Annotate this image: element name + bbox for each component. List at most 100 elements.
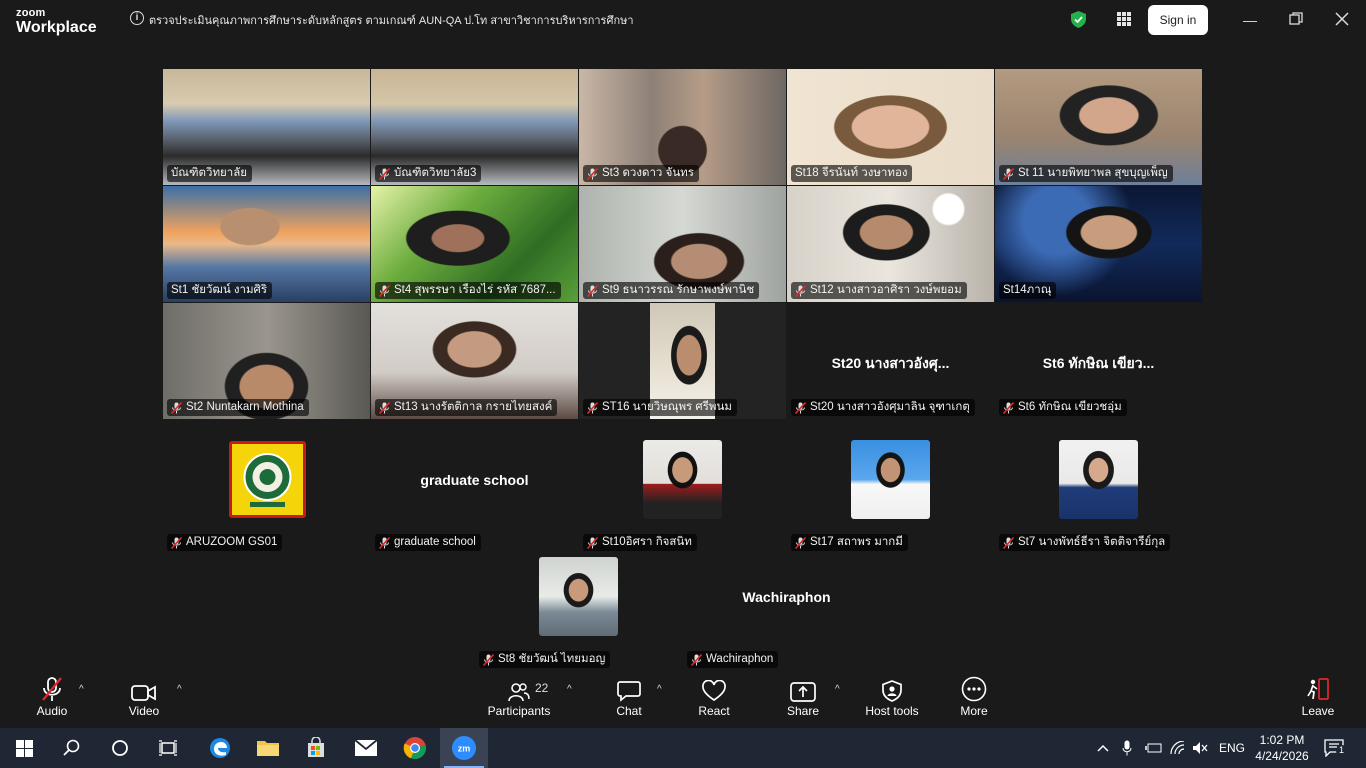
video-tile[interactable]: St18 จีรนันท์ วงษาทอง <box>787 69 994 185</box>
mail-button[interactable] <box>342 728 390 768</box>
svg-text:zm: zm <box>458 744 471 754</box>
windows-taskbar: zm ENG 1:02 PM 4/24/2026 1 <box>0 728 1366 768</box>
video-tile[interactable]: St6 ทักษิณ เขียว... St6 ทักษิณ เขียวชอุ่… <box>995 303 1202 419</box>
participant-display-name: Wachiraphon <box>742 589 831 605</box>
participant-name-tag: St18 จีรนันท์ วงษาทอง <box>791 165 913 182</box>
notification-count-badge: 1 <box>1336 745 1347 756</box>
brand-line2: Workplace <box>16 19 97 36</box>
restore-button[interactable] <box>1288 12 1304 28</box>
participants-options-chevron-icon[interactable]: ^ <box>567 684 572 695</box>
video-tile[interactable]: บัณฑิตวิทยาลัย3 <box>371 69 578 185</box>
more-button[interactable]: More <box>954 668 994 728</box>
participant-tile[interactable]: St8 ชัยวัฒน์ ไทยมอญ <box>475 554 682 670</box>
cortana-circle-icon <box>112 740 128 756</box>
chrome-browser-icon <box>403 737 426 760</box>
close-button[interactable] <box>1334 12 1350 28</box>
task-view-icon <box>159 740 177 756</box>
video-tile[interactable]: บัณฑิตวิทยาลัย <box>163 69 370 185</box>
sign-in-button[interactable]: Sign in <box>1148 5 1208 35</box>
clock-date: 4/24/2026 <box>1255 749 1309 763</box>
wifi-tray-icon[interactable] <box>1170 728 1186 768</box>
language-indicator[interactable]: ENG <box>1219 728 1245 768</box>
more-label: More <box>960 704 988 718</box>
participants-icon <box>508 683 530 702</box>
participant-name-tag: ST16 นายวิษณุพร ศรีพนม <box>583 399 737 416</box>
battery-tray-icon[interactable] <box>1145 728 1163 768</box>
encryption-shield-icon[interactable] <box>1071 11 1086 28</box>
chrome-button[interactable] <box>391 728 439 768</box>
notification-center-button[interactable]: 1 <box>1324 728 1347 768</box>
participant-tile[interactable]: St10อิศรา กิจสนิท <box>579 437 786 553</box>
task-view-button[interactable] <box>144 728 192 768</box>
file-explorer-button[interactable] <box>244 728 292 768</box>
muted-mic-icon <box>1003 536 1014 549</box>
participant-display-name: St20 นางสาวอังศุ... <box>831 355 950 371</box>
video-tile[interactable]: St20 นางสาวอังศุ... St20 นางสาวอังศุมาลิ… <box>787 303 994 419</box>
participant-name-tag: St20 นางสาวอังศุมาลิน จุฑาเกตุ <box>791 399 975 416</box>
video-tile[interactable]: St14ภาณุ <box>995 186 1202 302</box>
participant-name-tag: St13 นางรัตติกาล กรายไทยสงค์ <box>375 399 558 416</box>
meeting-title: ตรวจประเมินคุณภาพการศึกษาระดับหลักสูตร ต… <box>149 15 634 27</box>
participant-tile[interactable]: ARUZOOM GS01 <box>163 437 370 553</box>
video-tile[interactable]: St4 สุพรรษา เรืองไร่ รหัส 7687... <box>371 186 578 302</box>
participant-avatar <box>851 440 930 519</box>
audio-options-chevron-icon[interactable]: ^ <box>79 684 84 695</box>
muted-mic-icon <box>1003 401 1014 414</box>
search-button[interactable] <box>48 728 96 768</box>
react-button[interactable]: React <box>693 668 735 728</box>
participant-tile[interactable]: Wachiraphon Wachiraphon <box>683 554 890 670</box>
video-button[interactable]: Video <box>120 668 168 728</box>
video-tile[interactable]: St12 นางสาวอาศิรา วงษ์พยอม <box>787 186 994 302</box>
video-tile[interactable]: St3 ดวงดาว จันทร <box>579 69 786 185</box>
participant-name-tag: St9 ธนาวรรณ รักษาพงษ์พานิช <box>583 282 760 299</box>
video-tile[interactable]: St1 ชัยวัฒน์ งามศิริ <box>163 186 370 302</box>
chat-icon <box>617 681 641 702</box>
participant-name-tag: Wachiraphon <box>687 651 779 668</box>
participants-button[interactable]: Participants <box>482 668 556 728</box>
participant-tile[interactable]: St7 นางพัทธ์ธีรา จิตติจารีย์กุล <box>995 437 1202 553</box>
edge-taskbar-button[interactable] <box>196 728 244 768</box>
video-tile[interactable]: St2 Nuntakarn Mothina <box>163 303 370 419</box>
share-label: Share <box>786 704 820 718</box>
more-dots-icon <box>961 676 987 702</box>
host-tools-button[interactable]: Host tools <box>860 668 924 728</box>
muted-mic-icon <box>587 167 598 180</box>
meeting-info-icon[interactable]: i <box>130 11 144 25</box>
store-button[interactable] <box>292 728 340 768</box>
leave-door-icon <box>1307 678 1329 700</box>
react-label: React <box>698 704 730 718</box>
participant-tile[interactable]: St17 สถาพร มากมี <box>787 437 994 553</box>
volume-muted-tray-icon[interactable] <box>1192 728 1208 768</box>
muted-mic-icon <box>691 653 702 666</box>
chat-button[interactable]: Chat <box>608 668 650 728</box>
zoom-taskbar-button[interactable]: zm <box>440 728 488 768</box>
share-button[interactable]: Share <box>781 668 825 728</box>
title-bar: zoom Workplace i ตรวจประเมินคุณภาพการศึก… <box>0 0 1366 44</box>
microphone-tray-icon[interactable] <box>1122 728 1132 768</box>
participants-label: Participants <box>487 704 551 718</box>
muted-mic-icon <box>795 536 806 549</box>
clock-time: 1:02 PM <box>1259 733 1305 747</box>
minimize-button[interactable]: — <box>1242 12 1258 28</box>
video-tile[interactable]: St9 ธนาวรรณ รักษาพงษ์พานิช <box>579 186 786 302</box>
chat-options-chevron-icon[interactable]: ^ <box>657 684 662 695</box>
mic-muted-icon <box>42 677 62 701</box>
video-grid: บัณฑิตวิทยาลัย บัณฑิตวิทยาลัย3 St3 ดวงดา… <box>0 44 1366 668</box>
participant-name-tag: บัณฑิตวิทยาลัย3 <box>375 165 482 182</box>
apps-grid-icon[interactable] <box>1117 12 1131 26</box>
cortana-button[interactable] <box>96 728 144 768</box>
muted-mic-icon <box>483 653 494 666</box>
start-button[interactable] <box>0 728 48 768</box>
audio-button[interactable]: Audio <box>28 668 76 728</box>
tray-chevron-icon[interactable] <box>1096 728 1110 768</box>
video-tile[interactable]: St13 นางรัตติกาล กรายไทยสงค์ <box>371 303 578 419</box>
video-tile[interactable]: St 11 นายพิทยาพล สุขบุญเพ็ญ <box>995 69 1202 185</box>
participant-tile[interactable]: graduate school graduate school <box>371 437 578 553</box>
video-tile[interactable]: ST16 นายวิษณุพร ศรีพนม <box>579 303 786 419</box>
share-options-chevron-icon[interactable]: ^ <box>835 684 840 695</box>
muted-mic-icon <box>379 536 390 549</box>
leave-button[interactable]: Leave <box>1298 668 1338 728</box>
taskbar-clock[interactable]: 1:02 PM 4/24/2026 <box>1254 732 1310 764</box>
participant-name-tag: St10อิศรา กิจสนิท <box>583 534 697 551</box>
video-options-chevron-icon[interactable]: ^ <box>177 684 182 695</box>
